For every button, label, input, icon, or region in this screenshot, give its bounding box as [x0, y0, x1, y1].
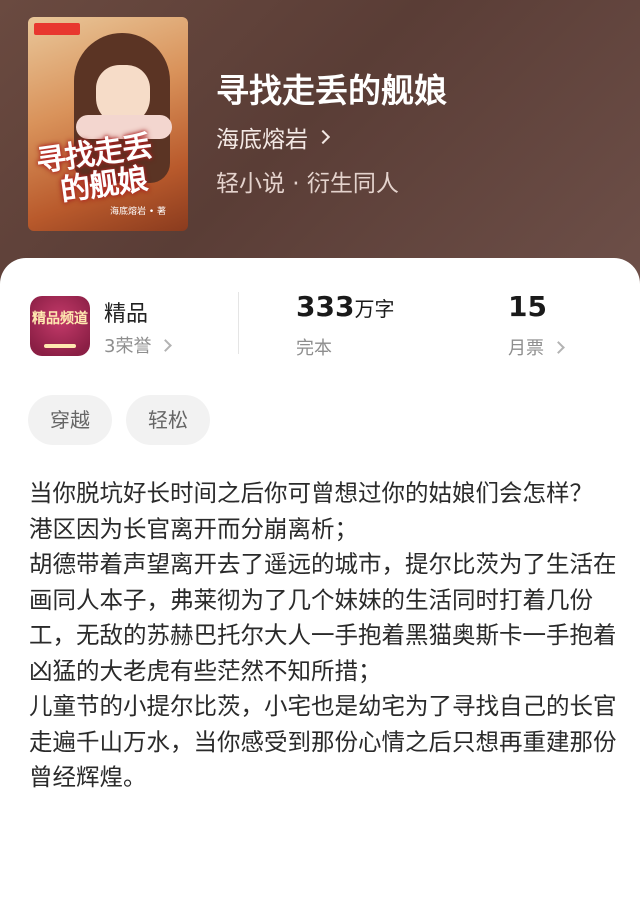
premium-channel-badge-icon: 精品频道 [30, 296, 90, 356]
chevron-right-icon [159, 338, 173, 352]
stats-row: 精品频道 精品 3荣誉 333万字 完本 15 月票 [0, 288, 640, 368]
book-description[interactable]: 当你脱坑好长时间之后你可曾想过你的姑娘们会怎样？ 港区因为长官离开而分崩离析； … [29, 476, 619, 796]
description-paragraph: 当你脱坑好长时间之后你可曾想过你的姑娘们会怎样？ [29, 479, 593, 507]
book-cover[interactable]: 寻找走丢 的舰娘 海底熔岩 • 著 [28, 17, 188, 231]
completion-status: 完本 [296, 338, 332, 359]
tag-chip[interactable]: 轻松 [126, 395, 210, 445]
monthly-ticket-count: 15 [508, 290, 547, 323]
chevron-right-icon [552, 340, 565, 354]
honor-count: 3荣誉 [104, 336, 152, 357]
book-header: 寻找走丢 的舰娘 海底熔岩 • 著 寻找走丢的舰娘 海底熔岩 轻小说 · 衍生同… [0, 0, 640, 300]
tag-list: 穿越 轻松 [28, 395, 210, 445]
book-genre: 轻小说 · 衍生同人 [216, 171, 399, 197]
word-count-unit: 万字 [354, 297, 395, 321]
cover-title: 寻找走丢 的舰娘 [34, 128, 182, 211]
monthly-ticket-link[interactable]: 月票 [508, 334, 565, 360]
publisher-logo [34, 23, 80, 35]
chevron-right-icon [315, 129, 331, 145]
cover-author: 海底熔岩 • 著 [109, 207, 166, 217]
description-paragraph: 儿童节的小提尔比茨，小宅也是幼宅为了寻找自己的长官走遍千山万水，当你感受到那份心… [29, 692, 617, 791]
monthly-ticket-value: 15 [508, 290, 547, 323]
book-detail-card: 精品频道 精品 3荣誉 333万字 完本 15 月票 穿越 轻松 当你脱坑好长时… [0, 258, 640, 918]
stats-divider [238, 292, 239, 354]
word-count: 333万字 [296, 290, 394, 323]
author-name: 海底熔岩 [216, 127, 308, 153]
honor-link[interactable]: 3荣誉 [104, 332, 173, 358]
author-link[interactable]: 海底熔岩 [216, 120, 331, 154]
description-paragraph: 胡德带着声望离开去了遥远的城市，提尔比茨为了生活在画同人本子，弗莱彻为了几个妹妹… [29, 550, 617, 685]
description-paragraph: 港区因为长官离开而分崩离析； [29, 514, 358, 543]
book-title: 寻找走丢的舰娘 [216, 71, 447, 110]
badge-text: 精品频道 [32, 311, 88, 327]
monthly-ticket-label: 月票 [508, 338, 544, 359]
badge-stars-icon [44, 344, 76, 348]
channel-title: 精品 [104, 302, 149, 327]
word-count-value: 333 [296, 290, 355, 323]
tag-chip[interactable]: 穿越 [28, 395, 112, 445]
